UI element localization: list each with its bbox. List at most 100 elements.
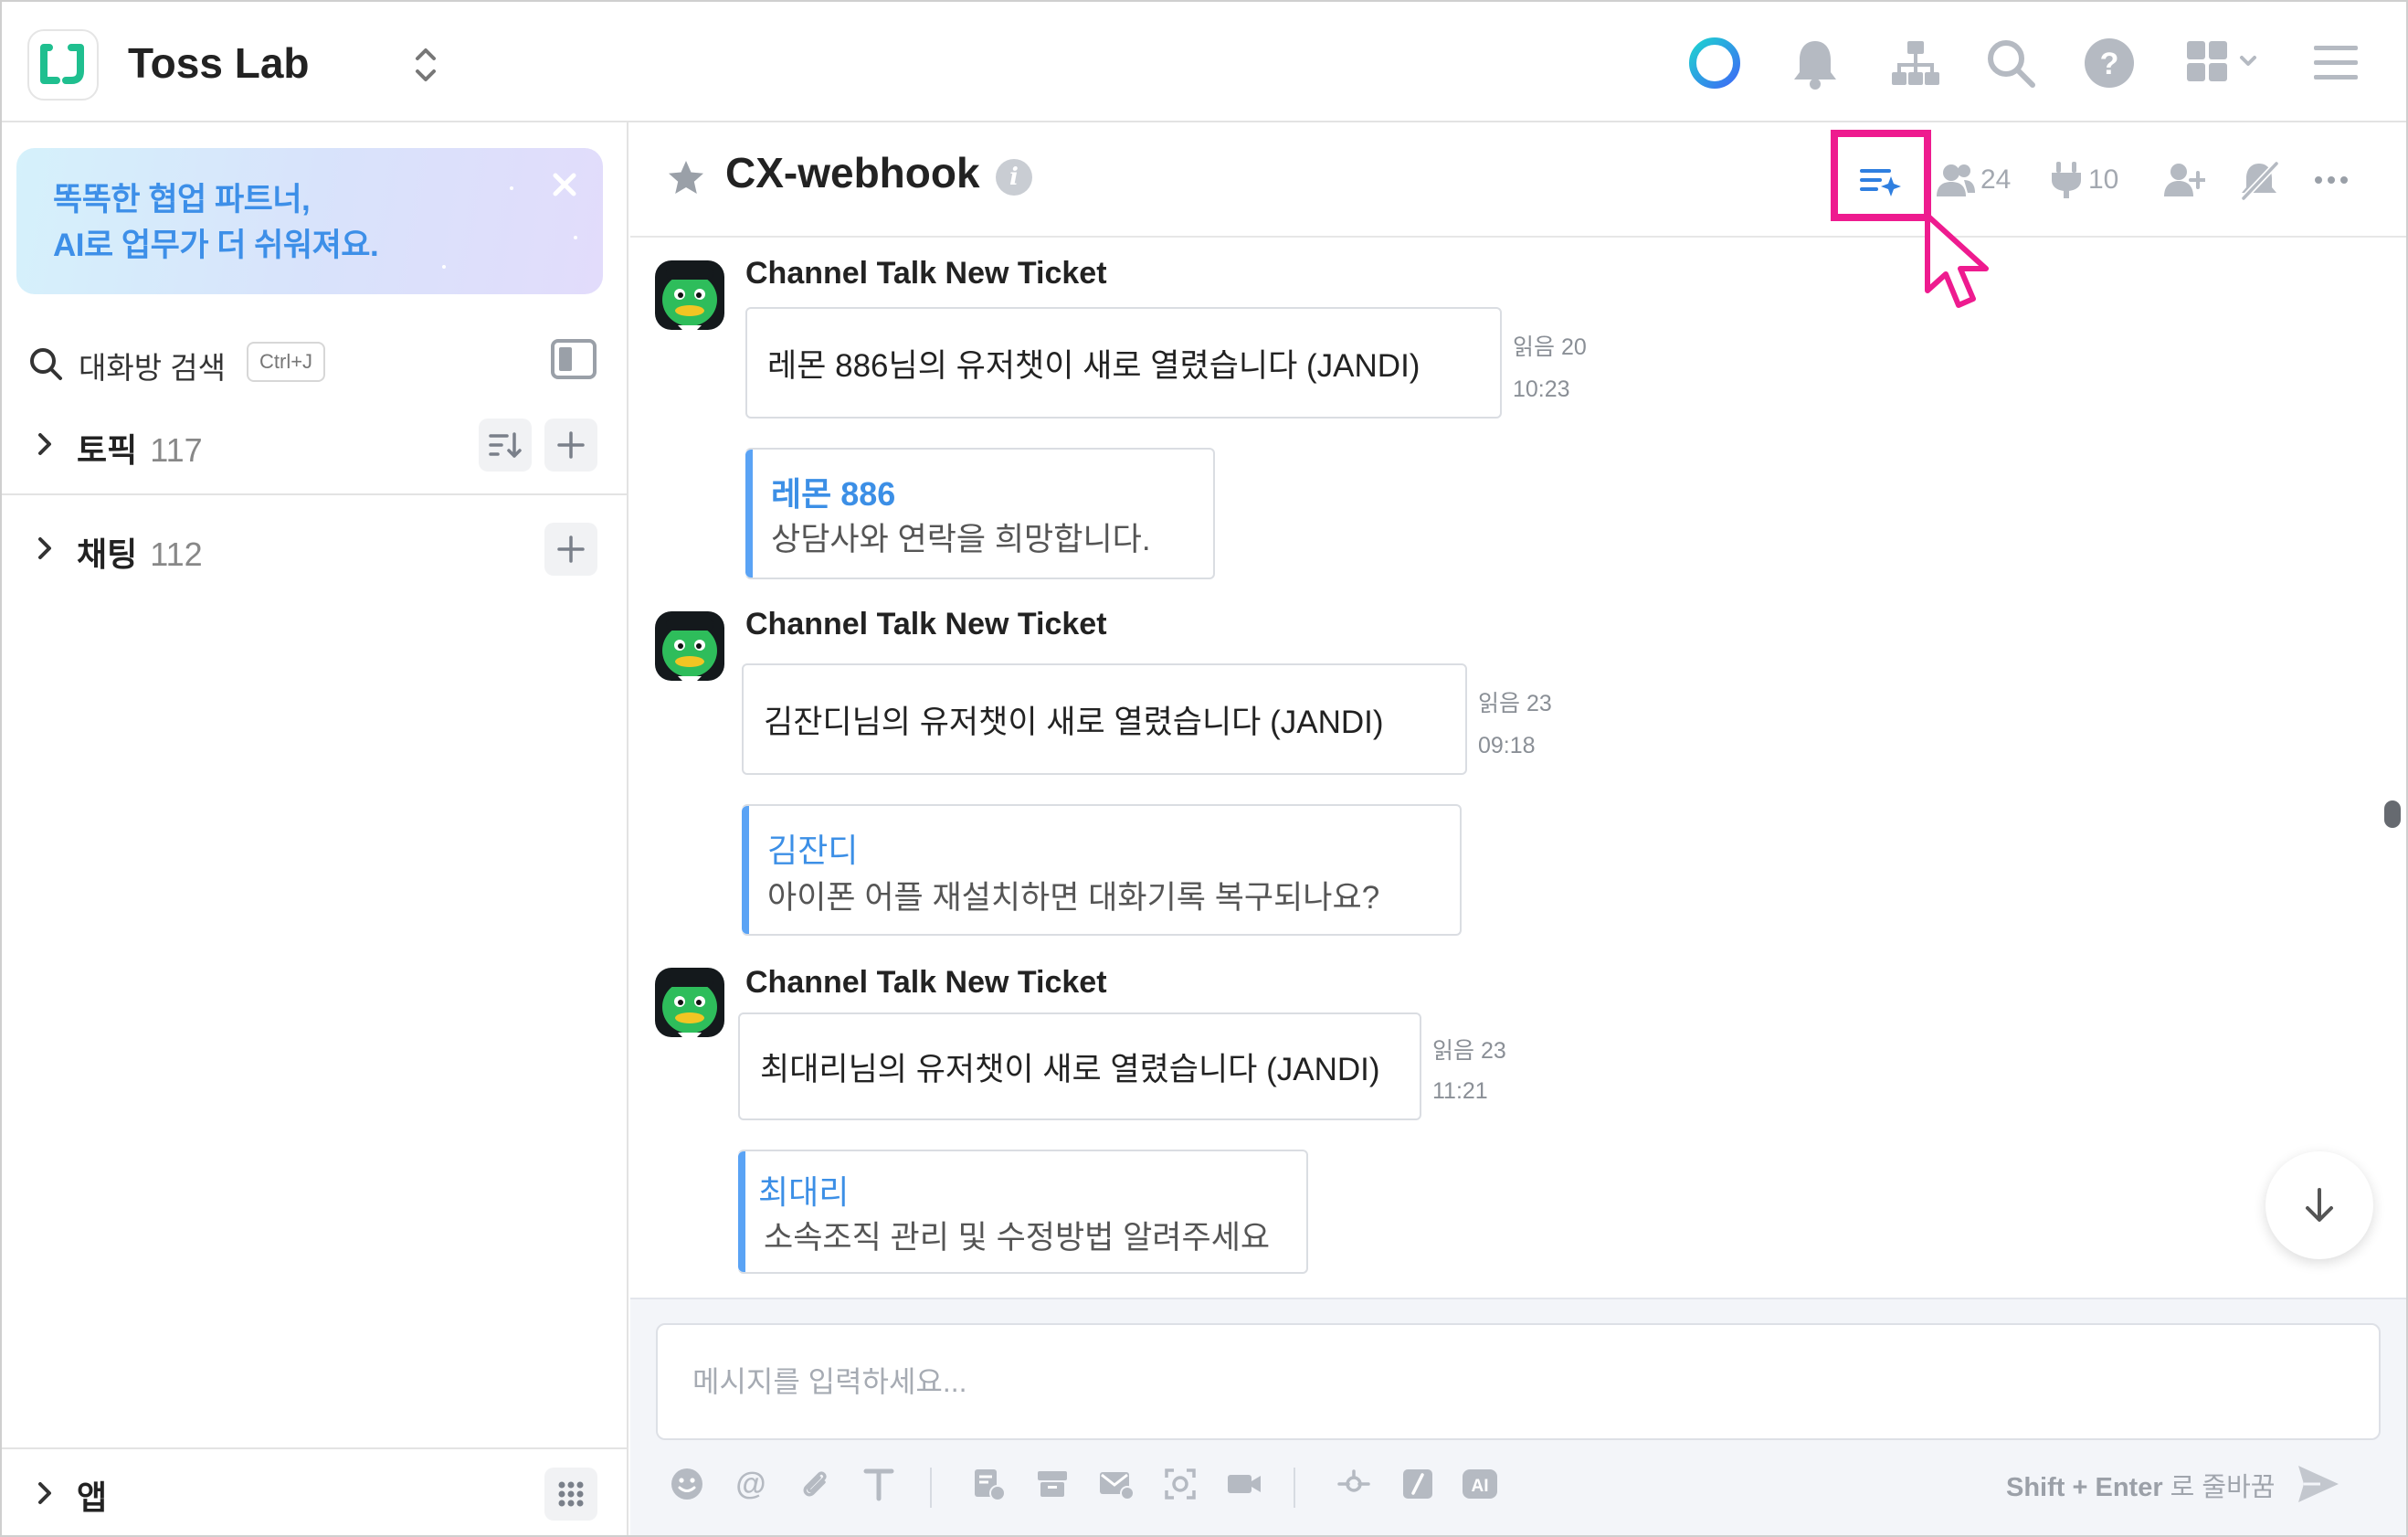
sparkle-decoration [510, 186, 513, 190]
chevron-right-icon[interactable] [33, 1475, 57, 1511]
task-icon[interactable] [965, 1460, 1012, 1508]
connect-button[interactable]: 10 [2048, 154, 2118, 207]
section-title-apps: 앱 [77, 1479, 108, 1516]
app-grid-dots-icon[interactable] [544, 1468, 597, 1521]
bot-avatar[interactable] [654, 610, 725, 682]
attachment-title: 김잔디 [767, 832, 859, 869]
jandi-logo-icon[interactable] [27, 29, 99, 101]
attachment-card[interactable]: 김잔디 아이폰 어플 재설치하면 대화기록 복구되나요? [742, 804, 1462, 936]
team-switch-chevron-icon[interactable] [407, 42, 444, 88]
read-count[interactable]: 읽음 23 [1478, 684, 1552, 724]
section-chats[interactable]: 채팅 112 [2, 504, 627, 592]
search-shortcut-badge: Ctrl+J [247, 342, 326, 382]
help-icon[interactable]: ? [2079, 33, 2139, 93]
sort-icon[interactable] [479, 419, 532, 472]
channel-name: CX-webhook [725, 149, 980, 196]
attachment-body: 소속조직 관리 및 수정방법 알려주세요 [764, 1220, 1271, 1256]
section-title-chats: 채팅 112 [77, 528, 203, 576]
bell-icon[interactable] [1785, 33, 1845, 93]
channel-main: CX-webhook i 24 10 Channel Talk New Tick… [630, 122, 2406, 1535]
org-chart-icon[interactable] [1885, 33, 1946, 93]
bot-avatar[interactable] [654, 967, 725, 1038]
archive-icon[interactable] [1029, 1460, 1076, 1508]
hamburger-menu-icon[interactable] [2306, 33, 2366, 93]
chevron-right-icon[interactable] [33, 426, 57, 462]
truncated-link [755, 239, 837, 243]
conversation-search[interactable]: 대화방 검색 Ctrl+J [27, 333, 612, 397]
sender-name[interactable]: Channel Talk New Ticket [745, 607, 1107, 642]
ai-banner-line-1: 똑똑한 협업 파트너, [53, 182, 311, 217]
message-time: 10:23 [1513, 376, 1570, 402]
mention-icon[interactable]: @ [727, 1460, 775, 1508]
ai-assist-icon[interactable]: AI [1456, 1460, 1504, 1508]
hint-text: 로 줄바꿈 [2170, 1473, 2276, 1502]
search-icon [27, 345, 64, 382]
section-label: 토픽 [77, 431, 138, 469]
chevron-right-icon[interactable] [33, 530, 57, 567]
section-count: 117 [150, 431, 203, 469]
message-bubble[interactable]: 레몬 886님의 유저챗이 새로 열렸습니다 (JANDI) [745, 307, 1502, 419]
message-time: 09:18 [1478, 733, 1536, 758]
video-call-icon[interactable] [1220, 1460, 1268, 1508]
message-bubble[interactable]: 최대리님의 유저챗이 새로 열렸습니다 (JANDI) [738, 1012, 1421, 1120]
attach-file-icon[interactable] [791, 1460, 839, 1508]
add-chat-icon[interactable] [544, 523, 597, 576]
attachment-body: 상담사와 연락을 희망합니다. [771, 522, 1151, 557]
email-icon[interactable] [1093, 1460, 1140, 1508]
message-feed: Channel Talk New Ticket 레몬 886님의 유저챗이 새로… [630, 239, 2406, 1290]
sidebar: 똑똑한 협업 파트너, AI로 업무가 더 쉬워져요. 대화방 검색 Ctrl+… [2, 122, 628, 1535]
team-name[interactable]: Toss Lab [128, 38, 310, 88]
message-input-box[interactable] [656, 1323, 2381, 1440]
search-label: 대화방 검색 [79, 351, 226, 385]
message-composer: @ [630, 1298, 2406, 1535]
info-icon[interactable]: i [996, 159, 1032, 196]
scrollbar-thumb[interactable] [2384, 800, 2401, 828]
section-topics[interactable]: 토픽 117 [2, 400, 627, 488]
message-bubble[interactable]: 김잔디님의 유저챗이 새로 열렸습니다 (JANDI) [742, 663, 1467, 775]
star-icon[interactable] [665, 157, 707, 199]
svg-text:@: @ [735, 1467, 766, 1501]
emoji-icon[interactable] [663, 1460, 711, 1508]
mouse-cursor-icon [1922, 212, 2004, 318]
read-count[interactable]: 읽음 23 [1432, 1031, 1506, 1071]
members-button[interactable]: 24 [1935, 154, 2011, 207]
toolbar-divider [1294, 1468, 1295, 1508]
message-time: 11:21 [1432, 1078, 1488, 1104]
more-options-icon[interactable] [2313, 154, 2350, 207]
send-icon[interactable] [2293, 1458, 2344, 1510]
add-topic-icon[interactable] [544, 419, 597, 472]
read-count[interactable]: 읽음 20 [1513, 327, 1587, 367]
webhook-icon[interactable] [1330, 1460, 1378, 1508]
message-input[interactable] [658, 1325, 2379, 1438]
ai-label: AI [1472, 1477, 1489, 1496]
panel-toggle-icon[interactable] [550, 336, 597, 382]
loading-ring-icon[interactable] [1685, 33, 1745, 93]
section-count: 112 [150, 535, 203, 573]
slash-command-icon[interactable] [1394, 1460, 1442, 1508]
invite-member-icon[interactable] [2163, 154, 2205, 207]
attachment-title: 최대리 [758, 1173, 850, 1211]
close-icon[interactable] [546, 166, 583, 203]
section-title-topics: 토픽 117 [77, 424, 203, 472]
section-apps[interactable]: 앱 [2, 1449, 627, 1537]
text-format-icon[interactable] [855, 1460, 903, 1508]
attachment-accent [742, 806, 749, 934]
sparkle-decoration [574, 236, 577, 239]
screen-capture-icon[interactable] [1156, 1460, 1204, 1508]
connect-count: 10 [2088, 164, 2119, 195]
attachment-card[interactable]: 레몬 886 상담사와 연락을 희망합니다. [745, 448, 1215, 579]
sender-name[interactable]: Channel Talk New Ticket [745, 256, 1107, 292]
svg-text:?: ? [2100, 47, 2119, 81]
section-divider [2, 493, 627, 495]
sender-name[interactable]: Channel Talk New Ticket [745, 965, 1107, 1001]
highlight-box [1831, 130, 1931, 221]
apps-grid-icon[interactable] [2183, 33, 2267, 93]
mute-notification-icon[interactable] [2238, 154, 2280, 207]
attachment-card[interactable]: 최대리 소속조직 관리 및 수정방법 알려주세요 [738, 1150, 1308, 1274]
bot-avatar[interactable] [654, 260, 725, 331]
arrow-down-icon [2306, 1188, 2333, 1222]
search-icon[interactable] [1980, 33, 2041, 93]
ai-promo-banner[interactable]: 똑똑한 협업 파트너, AI로 업무가 더 쉬워져요. [16, 148, 603, 294]
scroll-to-bottom-button[interactable] [2265, 1151, 2373, 1259]
line-break-hint: Shift + Enter 로 줄바꿈 [2006, 1466, 2275, 1504]
